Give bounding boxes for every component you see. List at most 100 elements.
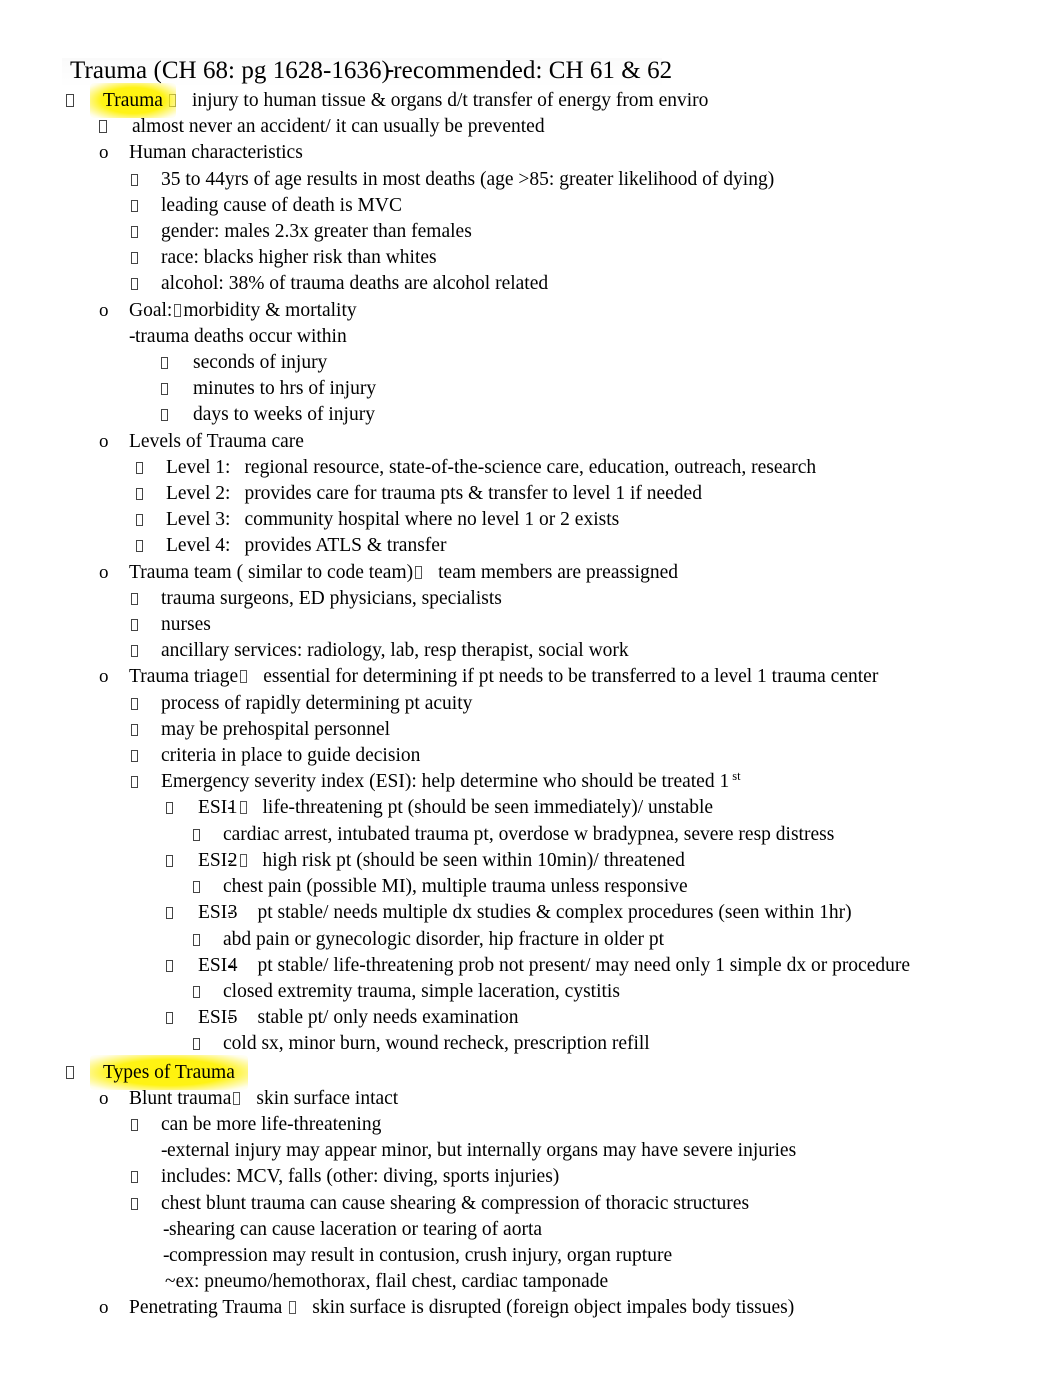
square-bullet-icon — [193, 822, 223, 848]
square-bullet-icon — [136, 481, 166, 507]
list-item: trauma surgeons, ED physicians, speciali… — [66, 586, 996, 612]
o-bullet-icon: o — [99, 561, 109, 583]
esi-label-number: 4 — [227, 954, 238, 976]
arrow-glyph-icon — [239, 853, 247, 867]
human-characteristic-text: leading cause of death is MVC — [161, 194, 402, 216]
square-bullet-icon — [161, 350, 193, 376]
esi-example: cardiac arrest, intubated trauma pt, ove… — [223, 823, 835, 845]
list-item: minutes to hrs of injury — [66, 376, 996, 402]
trauma-heading: Trauma — [103, 90, 163, 111]
blunt-point-text: chest blunt trauma can cause shearing & … — [161, 1192, 750, 1214]
blunt-sub-line: - compression may result in contusion, cr… — [66, 1243, 996, 1269]
list-item-esi-example: chest pain (possible MI), multiple traum… — [66, 874, 996, 900]
blunt-sub-text: external injury may appear minor, but in… — [167, 1140, 797, 1162]
o-bullet-icon: o — [99, 430, 109, 452]
blunt-sub-text: compression may result in contusion, cru… — [169, 1244, 673, 1266]
list-item: nurses — [66, 612, 996, 638]
list-item: ancillary services: radiology, lab, resp… — [66, 638, 996, 664]
human-characteristic-text: 35 to 44yrs of age results in most death… — [161, 168, 775, 190]
lead-tilde: ~ — [165, 1271, 176, 1293]
level-label: Level 4: — [166, 535, 231, 557]
trauma-death-time-text: seconds of injury — [193, 352, 328, 374]
arrow-glyph-icon — [233, 1091, 241, 1105]
list-item: can be more life-threatening — [66, 1112, 996, 1138]
list-item: seconds of injury — [66, 350, 996, 376]
square-bullet-icon — [131, 769, 161, 795]
square-bullet-icon — [131, 612, 161, 638]
list-item-goal: o Goal: morbidity & mortality — [66, 298, 996, 324]
blunt-sub-line: - external injury may appear minor, but i… — [66, 1138, 996, 1164]
blunt-sub-text: ex: pneumo/hemothorax, flail chest, card… — [175, 1271, 609, 1293]
blunt-sub-line: ~ ex: pneumo/hemothorax, flail chest, car… — [66, 1269, 996, 1295]
list-item-esi: ESI-5 stable pt/ only needs examination — [66, 1005, 996, 1031]
trauma-death-time-text: minutes to hrs of injury — [193, 378, 377, 400]
list-item: includes: MCV, falls (other: diving, spo… — [66, 1164, 996, 1190]
esi-desc: stable pt/ only needs examination — [257, 1007, 519, 1029]
list-item-esi: ESI-3 pt stable/ needs multiple dx studie… — [66, 900, 996, 926]
square-bullet-icon — [161, 402, 193, 428]
esi-intro-text: Emergency severity index (ESI): help det… — [161, 771, 730, 793]
goal-value: morbidity & mortality — [183, 299, 357, 321]
arrow-glyph-icon — [239, 801, 247, 815]
square-bullet-icon — [99, 114, 132, 140]
triage-value: essential for determining if pt needs to… — [263, 666, 879, 688]
page-title-main: Trauma (CH 68: pg 1628-1636) — [70, 57, 390, 84]
list-item-esi-example: cardiac arrest, intubated trauma pt, ove… — [66, 822, 996, 848]
square-bullet-icon — [131, 193, 161, 219]
esi-desc: pt stable/ needs multiple dx studies & c… — [257, 902, 852, 924]
down-arrow-glyph-icon — [174, 303, 182, 317]
square-bullet-icon — [131, 1164, 161, 1190]
human-characteristic-text: alcohol: 38% of trauma deaths are alcoho… — [161, 273, 549, 295]
list-item-trauma-team: o Trauma team ( similar to code team) tea… — [66, 560, 996, 586]
esi-desc: high risk pt (should be seen within 10mi… — [262, 849, 685, 871]
esi-label-number: 2 — [227, 849, 238, 871]
square-bullet-icon — [193, 874, 223, 900]
blunt-point-text: can be more life-threatening — [161, 1113, 382, 1135]
level-label: Level 3: — [166, 509, 231, 531]
o-bullet-icon: o — [99, 1297, 109, 1319]
square-bullet-icon — [193, 1031, 223, 1057]
arrow-glyph-icon — [415, 565, 423, 579]
square-bullet-icon — [131, 691, 161, 717]
square-bullet-icon — [193, 927, 223, 953]
blunt-point-text: includes: MCV, falls (other: diving, spo… — [161, 1166, 560, 1188]
list-item: race: blacks higher risk than whites — [66, 245, 996, 271]
list-item: leading cause of death is MVC — [66, 193, 996, 219]
highlight-trauma: Trauma — [90, 82, 176, 119]
esi-label-number: 5 — [227, 1007, 238, 1029]
list-item-human-characteristics: o Human characteristics — [66, 140, 996, 166]
penetrating-value: skin surface is disrupted (foreign objec… — [312, 1297, 795, 1319]
triage-point-text: process of rapidly determining pt acuity — [161, 692, 473, 714]
human-characteristics-label: Human characteristics — [129, 142, 303, 164]
list-item-levels-of-trauma-care: o Levels of Trauma care — [66, 429, 996, 455]
list-item-esi: ESI-2 high risk pt (should be seen within… — [66, 848, 996, 874]
triage-point-text: may be prehospital personnel — [161, 718, 391, 740]
square-bullet-icon — [166, 1005, 198, 1031]
square-bullet-icon — [166, 900, 198, 926]
square-bullet-icon — [166, 795, 198, 821]
level-desc: regional resource, state-of-the-science … — [244, 456, 817, 478]
level-label: Level 2: — [166, 483, 231, 505]
blunt-label: Blunt trauma — [129, 1087, 232, 1109]
esi-example: cold sx, minor burn, wound recheck, pres… — [223, 1033, 650, 1055]
o-bullet-icon: o — [99, 299, 109, 321]
level-label: Level 1: — [166, 456, 231, 478]
list-item-penetrating-trauma: o Penetrating Trauma skin surface is disr… — [66, 1295, 996, 1321]
goal-label: Goal: — [129, 299, 173, 321]
square-bullet-icon — [131, 219, 161, 245]
esi-label-number: 1 — [227, 797, 238, 819]
human-characteristic-text: race: blacks higher risk than whites — [161, 247, 437, 269]
esi-example: chest pain (possible MI), multiple traum… — [223, 876, 688, 898]
list-item-trauma-definition: Trauma injury to human tissue & organs d/… — [66, 82, 996, 119]
square-bullet-icon — [131, 586, 161, 612]
o-bullet-icon: o — [99, 142, 109, 164]
square-bullet-icon — [161, 376, 193, 402]
levels-label: Levels of Trauma care — [129, 430, 304, 452]
trauma-deaths-line: - trauma deaths occur within — [66, 324, 996, 350]
list-item-esi: ESI-4 pt stable/ life-threatening prob no… — [66, 953, 996, 979]
human-characteristic-text: gender: males 2.3x greater than females — [161, 221, 472, 243]
page-title-dash: - — [385, 56, 395, 83]
list-item-esi-example: cold sx, minor burn, wound recheck, pres… — [66, 1031, 996, 1057]
team-member-text: ancillary services: radiology, lab, resp… — [161, 640, 629, 662]
list-item: criteria in place to guide decision — [66, 743, 996, 769]
